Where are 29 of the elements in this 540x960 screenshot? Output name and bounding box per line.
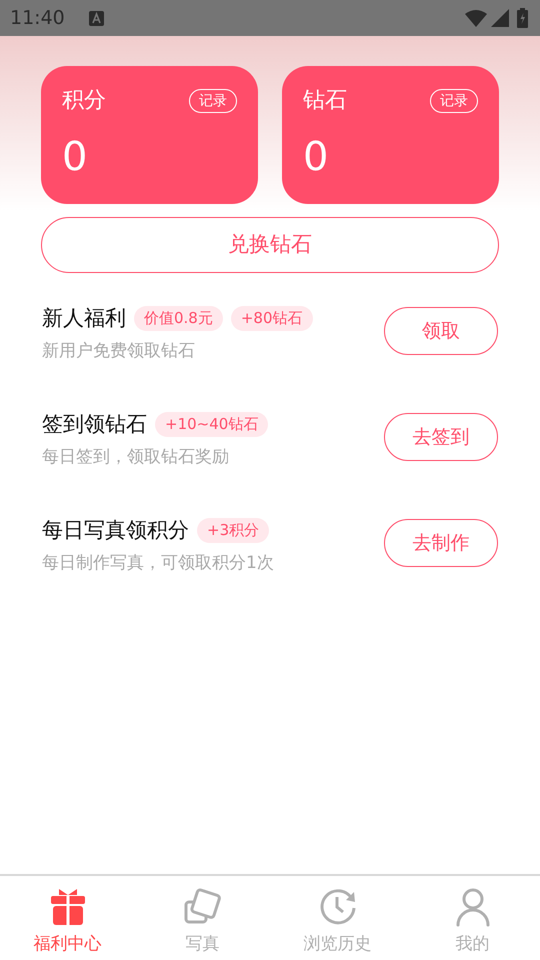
wifi-icon bbox=[465, 9, 487, 27]
tab-item[interactable]: 我的 bbox=[405, 876, 540, 960]
balance-value: 0 bbox=[62, 134, 88, 180]
tab-item[interactable]: 福利中心 bbox=[0, 876, 135, 960]
notification-icon bbox=[88, 10, 104, 26]
record-button[interactable]: 记录 bbox=[430, 89, 478, 113]
balance-label: 钻石 bbox=[303, 87, 347, 115]
reward-tag: 价值0.8元 bbox=[134, 306, 223, 330]
tab-item[interactable]: 浏览历史 bbox=[270, 876, 405, 960]
balance-label: 积分 bbox=[62, 87, 106, 115]
task-description: 每日签到，领取钻石奖励 bbox=[42, 447, 229, 467]
task-title: 每日写真领积分 bbox=[42, 517, 189, 544]
tab-item[interactable]: 写真 bbox=[135, 876, 270, 960]
battery-icon bbox=[517, 8, 528, 28]
reward-tag: +10~40钻石 bbox=[155, 412, 268, 436]
task-title: 新人福利 bbox=[42, 305, 126, 332]
task-action-button[interactable]: 去制作 bbox=[384, 519, 498, 567]
task-title: 签到领钻石 bbox=[42, 411, 147, 438]
task-action-button[interactable]: 领取 bbox=[384, 307, 498, 355]
exchange-diamonds-button[interactable]: 兑换钻石 bbox=[41, 217, 499, 273]
reward-tag: +3积分 bbox=[197, 518, 270, 542]
record-button[interactable]: 记录 bbox=[189, 89, 237, 113]
task-action-button[interactable]: 去签到 bbox=[384, 413, 498, 461]
signal-icon bbox=[491, 9, 509, 27]
task-description: 每日制作写真，可领取积分1次 bbox=[42, 553, 274, 573]
task-description: 新用户免费领取钻石 bbox=[42, 341, 195, 361]
reward-tag: +80钻石 bbox=[230, 306, 313, 330]
balance-value: 0 bbox=[303, 134, 328, 180]
status-time: 11:40 bbox=[10, 6, 65, 31]
